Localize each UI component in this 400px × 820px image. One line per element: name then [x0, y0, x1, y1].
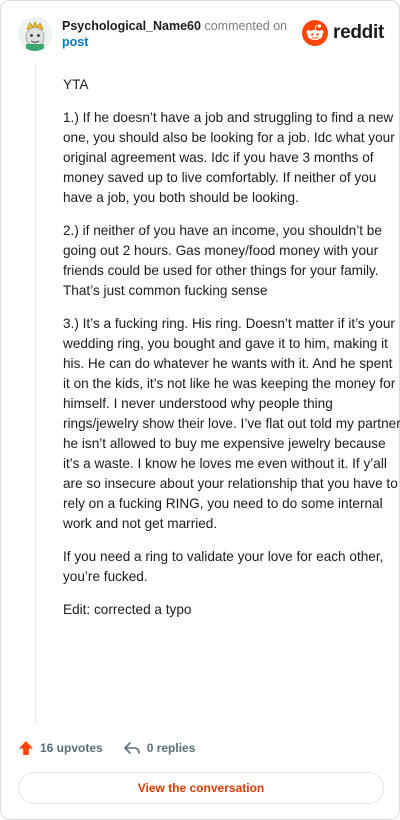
embedded-comment-card: Psychological_Name60 commented on post r…: [0, 0, 400, 820]
avatar[interactable]: [18, 17, 52, 51]
comment-paragraph: If you need a ring to validate your love…: [63, 549, 384, 584]
comment-paragraph: Edit: corrected a typo: [63, 602, 192, 617]
reply-count: 0 replies: [146, 741, 196, 755]
commented-on-text: commented on: [204, 19, 288, 33]
avatar-image: [18, 17, 52, 51]
reddit-wordmark: reddit: [333, 22, 384, 43]
reddit-logo-icon: [302, 20, 329, 46]
upvote-stat[interactable]: 16 upvotes: [18, 740, 103, 756]
comment-paragraph: 2.) if neither of you have an income, yo…: [63, 223, 382, 298]
reply-icon: [123, 742, 140, 754]
comment-header: Psychological_Name60 commented on post r…: [18, 15, 384, 55]
post-link[interactable]: post: [62, 34, 312, 50]
reddit-brand[interactable]: reddit: [302, 19, 384, 47]
comment-footer: 16 upvotes 0 replies: [18, 736, 215, 760]
comment-paragraph: YTA: [63, 77, 89, 92]
reply-stat[interactable]: 0 replies: [123, 740, 196, 756]
username-link[interactable]: Psychological_Name60: [62, 19, 201, 33]
upvote-icon: [19, 741, 33, 755]
view-conversation-button[interactable]: View the conversation: [18, 772, 384, 804]
comment-body: YTA 1.) If he doesn’t have a job and str…: [35, 63, 400, 723]
comment-meta: Psychological_Name60 commented on post: [62, 18, 312, 50]
comment-paragraph: 1.) If he doesn’t have a job and struggl…: [63, 110, 395, 205]
upvote-count: 16 upvotes: [40, 741, 103, 755]
comment-paragraph: 3.) It’s a fucking ring. His ring. Doesn…: [63, 316, 400, 531]
